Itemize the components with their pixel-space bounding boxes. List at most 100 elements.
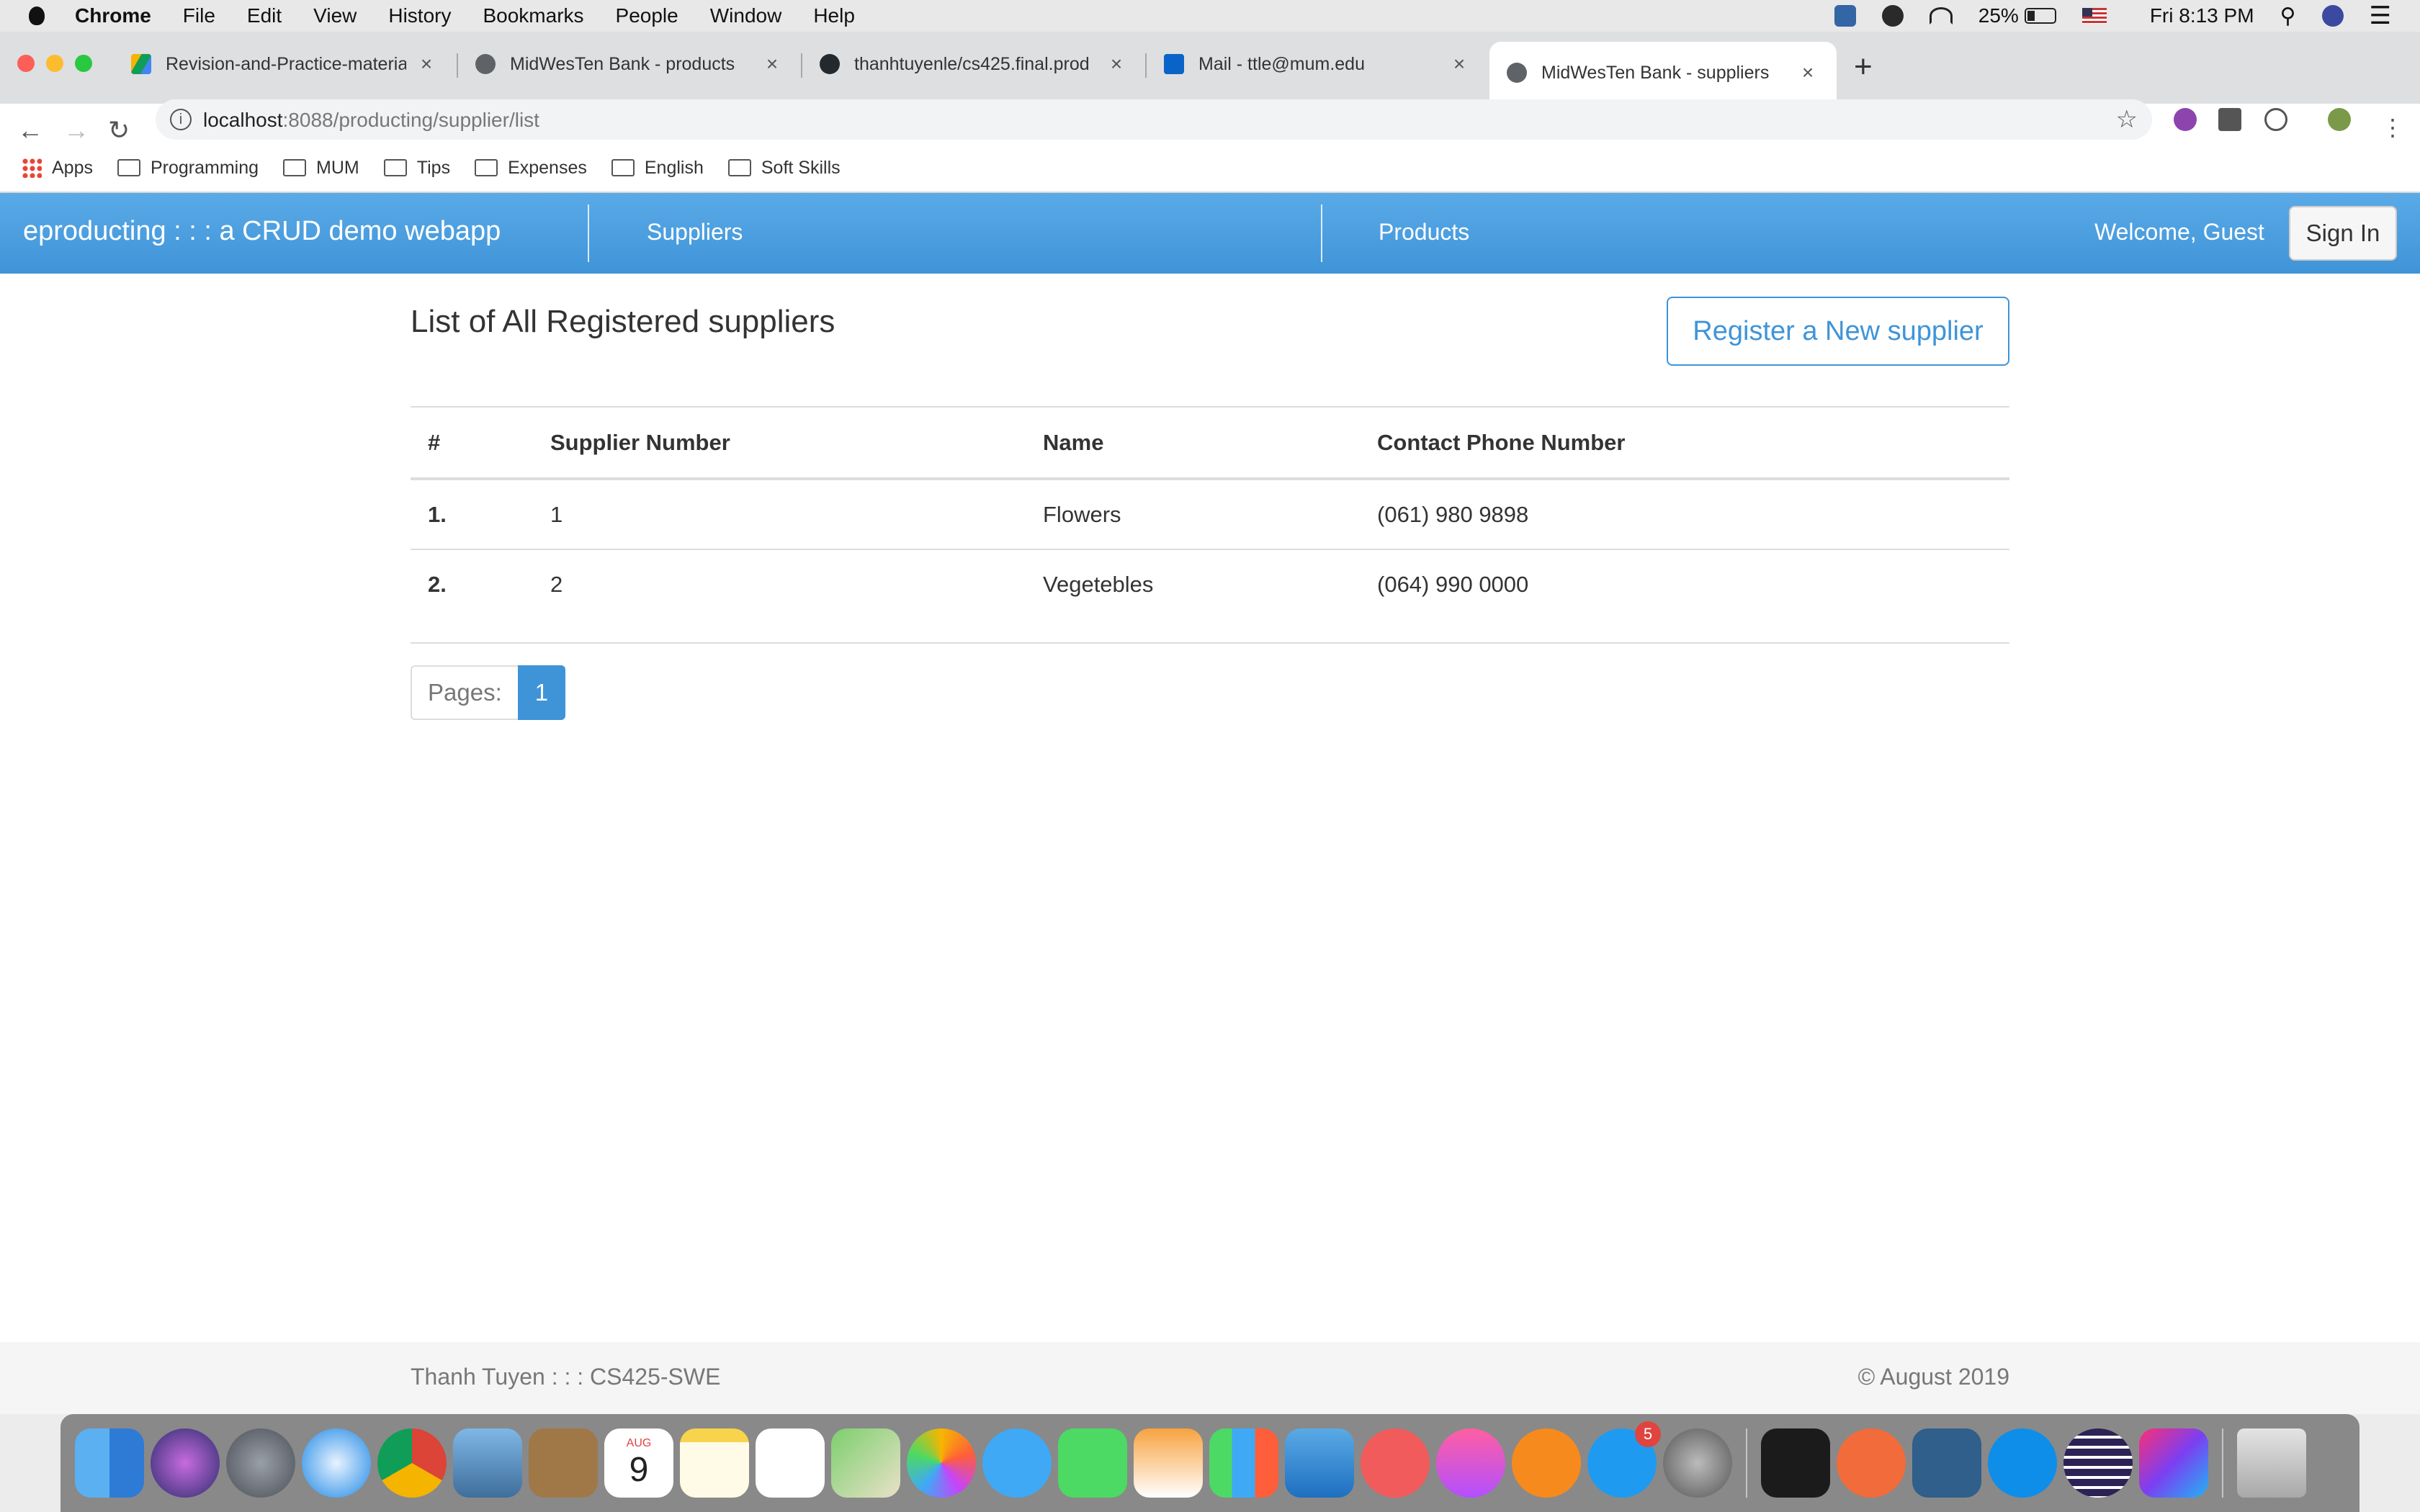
- notification-center-icon[interactable]: ☰: [2370, 1, 2391, 30]
- wifi-icon[interactable]: [1929, 7, 1953, 24]
- calendar-day: 9: [629, 1450, 649, 1489]
- zoom-window-button[interactable]: [75, 55, 92, 72]
- menu-window[interactable]: Window: [710, 4, 782, 27]
- close-tab-icon[interactable]: ×: [761, 53, 784, 76]
- bookmark-tips[interactable]: Tips: [383, 158, 450, 179]
- facebook-extension-icon[interactable]: [2218, 108, 2241, 131]
- siri-status-icon[interactable]: [2321, 5, 2344, 27]
- bookmark-expenses[interactable]: Expenses: [475, 158, 587, 179]
- facetime-icon[interactable]: [1058, 1428, 1127, 1498]
- sync-extension-icon[interactable]: [2264, 108, 2287, 131]
- close-window-button[interactable]: [17, 55, 35, 72]
- nav-suppliers-link[interactable]: Suppliers: [647, 219, 743, 246]
- minimize-window-button[interactable]: [46, 55, 63, 72]
- register-supplier-button[interactable]: Register a New supplier: [1667, 297, 2009, 366]
- bookmark-mum[interactable]: MUM: [283, 158, 359, 179]
- preview-icon[interactable]: [453, 1428, 522, 1498]
- teamviewer-status-icon[interactable]: [1834, 5, 1856, 27]
- intellij-icon[interactable]: [2139, 1428, 2208, 1498]
- close-tab-icon[interactable]: ×: [415, 53, 438, 76]
- tab-strip: Revision-and-Practice-materia × MidWesTe…: [0, 32, 2420, 104]
- supplier-phone-cell: (061) 980 9898: [1360, 479, 2009, 550]
- tab-title: Mail - ttle@mum.edu: [1198, 53, 1365, 74]
- bookmark-star-icon[interactable]: ☆: [2116, 105, 2138, 134]
- eclipse-icon[interactable]: [2063, 1428, 2133, 1498]
- app-store-icon[interactable]: 5: [1587, 1421, 1661, 1498]
- close-tab-icon[interactable]: ×: [1448, 53, 1471, 76]
- clock[interactable]: Fri 8:13 PM: [2150, 4, 2254, 27]
- menu-view[interactable]: View: [313, 4, 357, 27]
- system-preferences-icon[interactable]: [1663, 1428, 1732, 1498]
- menu-people[interactable]: People: [616, 4, 678, 27]
- profile-avatar[interactable]: [2328, 108, 2351, 131]
- tab-github[interactable]: thanhtuyenle/cs425.final.prod ×: [802, 42, 1145, 86]
- numbers-icon[interactable]: [1209, 1428, 1278, 1498]
- menu-help[interactable]: Help: [813, 4, 855, 27]
- books-icon[interactable]: [1512, 1428, 1581, 1498]
- close-tab-icon[interactable]: ×: [1105, 53, 1128, 76]
- mysql-workbench-icon[interactable]: [1912, 1428, 1981, 1498]
- bolt-status-icon[interactable]: [1881, 5, 1904, 27]
- news-icon[interactable]: [1361, 1428, 1430, 1498]
- column-header-supplier-number: Supplier Number: [533, 406, 1026, 480]
- maps-icon[interactable]: [831, 1428, 900, 1498]
- keynote-icon[interactable]: [1285, 1428, 1354, 1498]
- address-bar[interactable]: i localhost:8088/producting/supplier/lis…: [156, 99, 2152, 140]
- chrome-menu-icon[interactable]: ⋮: [2381, 114, 2404, 141]
- reminders-icon[interactable]: [756, 1428, 825, 1498]
- page-link-current[interactable]: 1: [517, 665, 566, 720]
- launchpad-icon[interactable]: [226, 1428, 295, 1498]
- menu-chrome[interactable]: Chrome: [75, 4, 151, 27]
- menu-history[interactable]: History: [388, 4, 451, 27]
- menu-bookmarks[interactable]: Bookmarks: [483, 4, 583, 27]
- spotlight-search-icon[interactable]: ⚲: [2280, 4, 2296, 29]
- pages-icon[interactable]: [1134, 1428, 1203, 1498]
- bookmark-programming[interactable]: Programming: [117, 158, 259, 179]
- teamviewer-icon[interactable]: [1988, 1428, 2057, 1498]
- siri-icon[interactable]: [151, 1428, 220, 1498]
- macos-menubar: Chrome File Edit View History Bookmarks …: [0, 0, 2420, 32]
- tab-revision[interactable]: Revision-and-Practice-materia ×: [114, 42, 455, 86]
- table-row[interactable]: 1. 1 Flowers (061) 980 9898: [411, 479, 2009, 550]
- apple-menu-icon[interactable]: [29, 6, 45, 25]
- bookmark-english[interactable]: English: [611, 158, 704, 179]
- menu-edit[interactable]: Edit: [247, 4, 282, 27]
- itunes-icon[interactable]: [1436, 1428, 1505, 1498]
- table-row[interactable]: 2. 2 Vegetebles (064) 990 0000: [411, 549, 2009, 644]
- globe-icon: [1507, 63, 1527, 83]
- contacts-icon[interactable]: [529, 1428, 598, 1498]
- close-tab-icon[interactable]: ×: [1796, 61, 1819, 84]
- brand-link[interactable]: eproducting : : : a CRUD demo webapp: [23, 216, 501, 247]
- new-tab-button[interactable]: +: [1854, 49, 1873, 85]
- back-arrow-icon[interactable]: ←: [17, 115, 43, 145]
- bookmark-apps[interactable]: Apps: [22, 158, 93, 179]
- safari-icon[interactable]: [302, 1428, 371, 1498]
- terminal-icon[interactable]: [1761, 1428, 1830, 1498]
- sign-in-button[interactable]: Sign In: [2289, 206, 2397, 261]
- photos-icon[interactable]: [907, 1428, 976, 1498]
- bookmark-soft-skills[interactable]: Soft Skills: [727, 158, 841, 179]
- notes-icon[interactable]: [680, 1428, 749, 1498]
- extension-purple-icon[interactable]: [2174, 108, 2197, 131]
- menu-file[interactable]: File: [183, 4, 215, 27]
- tab-mail[interactable]: Mail - ttle@mum.edu ×: [1147, 42, 1488, 86]
- site-info-icon[interactable]: i: [170, 109, 192, 130]
- nav-products-link[interactable]: Products: [1379, 219, 1469, 246]
- sketch-icon[interactable]: [1837, 1428, 1906, 1498]
- supplier-number-cell: 2: [533, 549, 1026, 644]
- reload-icon[interactable]: ↻: [108, 115, 130, 145]
- tab-products[interactable]: MidWesTen Bank - products ×: [458, 42, 801, 86]
- chrome-icon[interactable]: [377, 1428, 447, 1498]
- messages-icon[interactable]: [982, 1428, 1052, 1498]
- us-flag-input-icon[interactable]: [2081, 8, 2107, 24]
- status-area: 25% Fri 8:13 PM ⚲ ☰: [1834, 0, 2391, 32]
- bookmark-label: MUM: [316, 157, 359, 178]
- battery-indicator[interactable]: 25%: [1978, 4, 2056, 27]
- calendar-icon[interactable]: AUG 9: [604, 1428, 673, 1498]
- trash-icon[interactable]: [2237, 1428, 2306, 1498]
- forward-arrow-icon[interactable]: →: [63, 115, 89, 145]
- url-text[interactable]: localhost:8088/producting/supplier/list: [203, 109, 539, 132]
- supplier-name-cell: Flowers: [1026, 479, 1360, 550]
- tab-suppliers-active[interactable]: MidWesTen Bank - suppliers ×: [1489, 42, 1837, 104]
- finder-icon[interactable]: [75, 1428, 144, 1498]
